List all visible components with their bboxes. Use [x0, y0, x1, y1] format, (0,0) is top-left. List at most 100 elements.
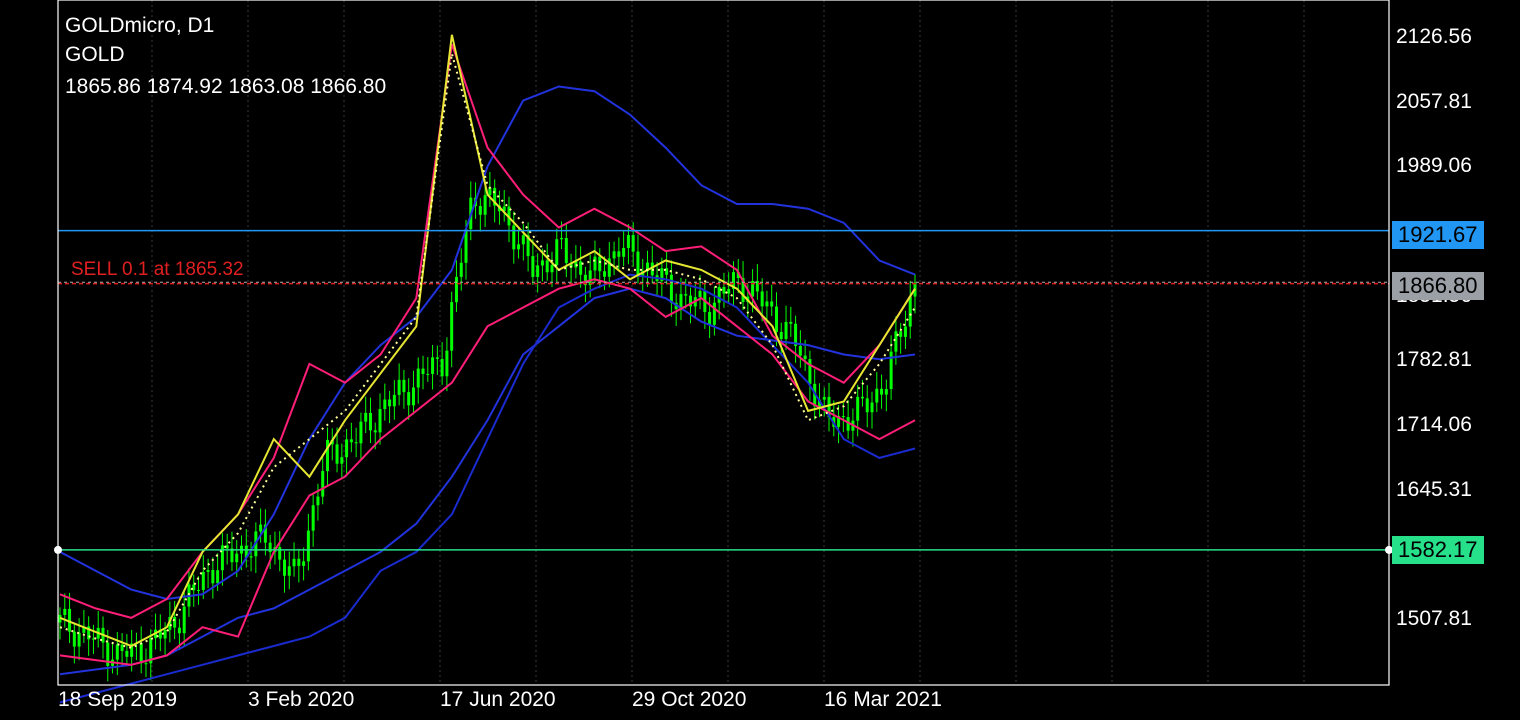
- x-tick-label: 18 Sep 2019: [58, 688, 178, 711]
- yellow_line-line: [59, 34, 916, 648]
- sell-order-label[interactable]: SELL 0.1 at 1865.32: [71, 259, 244, 281]
- price-chart[interactable]: [0, 0, 1520, 720]
- candle-body: [402, 379, 406, 393]
- candle-body: [173, 616, 177, 628]
- candle-body: [364, 412, 368, 422]
- candle-body: [779, 332, 783, 340]
- candle-body: [278, 547, 282, 560]
- symbol-timeframe: GOLDmicro, D1: [65, 14, 215, 37]
- instrument-name: GOLD: [65, 43, 125, 66]
- candle-body: [282, 559, 286, 576]
- candle-body: [407, 392, 411, 406]
- candle-body: [373, 430, 377, 433]
- candle-body: [120, 644, 124, 651]
- candle-body: [789, 321, 793, 324]
- x-tick-label: 17 Jun 2020: [440, 688, 556, 711]
- candle-body: [416, 368, 420, 388]
- candle-body: [354, 442, 358, 444]
- candle-body: [115, 644, 119, 660]
- candle-body: [770, 301, 774, 307]
- chart-frame: [57, 0, 1390, 686]
- candle-body: [531, 256, 535, 277]
- candle-body: [297, 558, 301, 566]
- candle-body: [311, 505, 315, 531]
- candle-body: [798, 345, 802, 356]
- y-tick-label: 1645.31: [1396, 477, 1472, 501]
- candle-body: [478, 206, 482, 215]
- candle-body: [440, 358, 444, 377]
- candle-body: [421, 368, 425, 375]
- candle-body: [345, 439, 349, 458]
- candle-body: [708, 312, 712, 325]
- candle-body: [903, 326, 907, 337]
- candle-body: [784, 321, 788, 340]
- y-tick-label: 2126.56: [1396, 25, 1472, 49]
- candle-body: [220, 545, 224, 571]
- candle-body: [445, 350, 449, 377]
- candle-body: [560, 237, 564, 240]
- candle-body: [612, 251, 616, 259]
- candle-body: [388, 399, 392, 407]
- candle-body: [564, 237, 568, 264]
- candle-body: [684, 294, 688, 296]
- candle-body: [411, 387, 415, 406]
- candle-body: [321, 471, 325, 497]
- green-level-tag[interactable]: 1582.17: [1392, 536, 1484, 564]
- y-tick-label: 1989.06: [1396, 154, 1472, 178]
- candle-body: [555, 239, 559, 266]
- candle-body: [292, 558, 296, 567]
- candle-body: [63, 608, 67, 615]
- candle-body: [856, 396, 860, 421]
- candle-body: [808, 359, 812, 384]
- candle-body: [545, 260, 549, 273]
- candle-body: [268, 542, 272, 553]
- x-tick-label: 16 Mar 2021: [824, 688, 942, 711]
- candle-body: [617, 251, 621, 257]
- candle-body: [316, 496, 320, 506]
- candle-body: [368, 412, 372, 431]
- candle-body: [908, 296, 912, 327]
- candle-body: [536, 265, 540, 277]
- candle-body: [774, 306, 778, 333]
- candle-body: [603, 271, 607, 277]
- ohlc-readout: 1865.86 1874.92 1863.08 1866.80: [65, 75, 387, 98]
- candle-body: [177, 627, 181, 634]
- candle-body: [540, 260, 544, 266]
- current-price-tag: 1866.80: [1392, 272, 1484, 300]
- candle-body: [760, 291, 764, 307]
- candle-body: [636, 251, 640, 276]
- candle-body: [450, 302, 454, 351]
- y-tick-label: 1782.81: [1396, 348, 1472, 372]
- candle-body: [206, 570, 210, 572]
- candle-body: [669, 274, 673, 303]
- candle-body: [340, 457, 344, 464]
- candle-body: [359, 421, 363, 444]
- candle-body: [77, 632, 81, 647]
- candle-body: [712, 302, 716, 325]
- candle-body: [144, 663, 148, 665]
- candle-body: [698, 290, 702, 298]
- candle-body: [598, 256, 602, 272]
- candle-body: [197, 589, 201, 591]
- candle-body: [201, 571, 205, 590]
- yellow_dotted-line: [59, 53, 916, 649]
- candle-body: [435, 357, 439, 359]
- candle-body: [822, 396, 826, 400]
- candle-body: [860, 396, 864, 399]
- candle-body: [727, 288, 731, 294]
- candle-body: [626, 235, 630, 248]
- candle-body: [182, 606, 186, 634]
- blue-level-tag[interactable]: 1921.67: [1392, 221, 1484, 249]
- candle-body: [125, 650, 129, 657]
- candle-body: [392, 394, 396, 407]
- candle-body: [483, 195, 487, 215]
- candle-body: [550, 265, 554, 273]
- candle-body: [865, 398, 869, 413]
- candle-body: [765, 301, 769, 307]
- y-tick-label: 2057.81: [1396, 89, 1472, 113]
- candle-body: [397, 379, 401, 395]
- candle-body: [841, 416, 845, 418]
- candle-body: [880, 388, 884, 395]
- candle-body: [349, 439, 353, 443]
- candle-body: [454, 276, 458, 303]
